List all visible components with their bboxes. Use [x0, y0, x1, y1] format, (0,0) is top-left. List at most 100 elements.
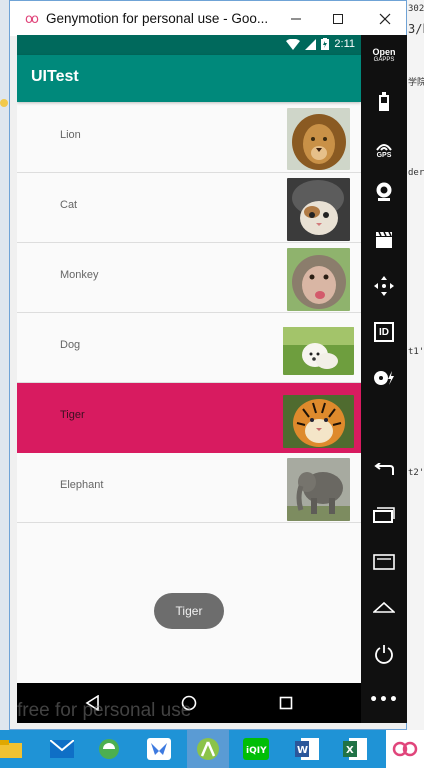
list-item-label: Tiger — [60, 409, 85, 421]
genymotion-tool-panel: Open GAPPS GPS ID ••• — [361, 35, 407, 723]
desktop-text-snippet: t2' — [408, 468, 424, 478]
remote-control-button[interactable] — [361, 269, 407, 303]
power-button[interactable] — [361, 637, 407, 671]
toast-message: Tiger — [154, 593, 224, 629]
device-id-button[interactable]: ID — [361, 315, 407, 349]
move-arrows-icon — [374, 276, 394, 296]
battery-button[interactable] — [361, 85, 407, 119]
webcam-button[interactable] — [361, 175, 407, 209]
wifi-icon — [286, 38, 301, 50]
battery-icon — [379, 92, 389, 111]
undo-arrow-icon — [374, 463, 394, 475]
taskbar-browser-button[interactable] — [90, 730, 128, 768]
taskbar-iqiyi-button[interactable]: iQIY — [237, 730, 275, 768]
list-item-label: Lion — [60, 129, 81, 141]
opengapps-button[interactable]: Open GAPPS — [361, 39, 407, 73]
taskbar-excel-button[interactable]: X — [336, 730, 374, 768]
minimize-icon — [291, 18, 301, 20]
browser-icon — [99, 739, 119, 759]
list-item-dog[interactable]: Dog — [17, 313, 361, 383]
cat-image — [287, 178, 350, 241]
list-item-elephant[interactable]: Elephant — [17, 453, 361, 523]
close-icon — [379, 13, 391, 25]
windows-taskbar: iQIY W X — [0, 730, 424, 768]
signal-icon — [305, 38, 317, 50]
back-key-button[interactable] — [361, 453, 407, 487]
android-studio-icon — [197, 738, 219, 760]
animal-list: Lion Cat Monkey Dog Tiger Elephant — [17, 103, 361, 523]
gps-button[interactable]: GPS — [361, 133, 407, 167]
list-item-tiger[interactable]: Tiger — [17, 383, 361, 453]
desktop-smiley-icon — [0, 99, 8, 107]
recent-apps-key-button[interactable] — [361, 498, 407, 532]
gps-label: GPS — [376, 151, 392, 159]
recents-button[interactable] — [274, 691, 298, 715]
opengapps-sublabel: GAPPS — [373, 57, 395, 63]
bird-icon — [147, 738, 171, 760]
gps-signal-icon — [376, 143, 392, 151]
taskbar-androidstudio-button[interactable] — [187, 730, 229, 768]
desktop-text-snippet: t1' — [408, 347, 424, 357]
more-options-button[interactable]: ••• — [361, 683, 407, 717]
list-item-label: Dog — [60, 339, 81, 351]
home-key-icon — [373, 601, 395, 613]
minimize-button[interactable] — [281, 7, 311, 31]
iqiyi-icon: iQIY — [243, 738, 269, 760]
excel-icon: X — [343, 738, 367, 760]
power-icon — [375, 645, 393, 664]
list-item-label: Cat — [60, 199, 78, 211]
mail-icon — [50, 740, 74, 758]
genymotion-icon — [392, 741, 418, 757]
list-item-cat[interactable]: Cat — [17, 173, 361, 243]
desktop-text-snippet: 302 — [408, 4, 424, 14]
home-key-button[interactable] — [361, 590, 407, 624]
list-item-lion[interactable]: Lion — [17, 103, 361, 173]
desktop-right-edge: 302 3/b 学院 der t1' t2' — [407, 0, 424, 730]
disk-bolt-icon — [374, 371, 394, 385]
disk-io-button[interactable] — [361, 361, 407, 395]
menu-icon — [373, 554, 395, 570]
taskbar-genymotion-button[interactable] — [386, 730, 424, 768]
window-titlebar[interactable]: oo Genymotion for personal use - Goo... — [10, 1, 406, 36]
monkey-image — [287, 248, 350, 311]
svg-text:X: X — [346, 745, 354, 756]
list-item-label: Elephant — [60, 479, 104, 491]
screencast-button[interactable] — [361, 223, 407, 257]
maximize-icon — [333, 14, 343, 24]
status-bar: 2:11 — [17, 35, 361, 55]
taskbar-word-button[interactable]: W — [288, 730, 326, 768]
battery-icon — [321, 38, 330, 50]
maximize-button[interactable] — [323, 7, 353, 31]
recents-icon — [279, 696, 293, 710]
window-title: Genymotion for personal use - Goo... — [46, 11, 269, 26]
dog-image — [283, 327, 354, 375]
app-bar: UITest — [17, 55, 361, 102]
close-button[interactable] — [370, 7, 400, 31]
recent-apps-icon — [373, 507, 395, 523]
app-title: UITest — [31, 68, 79, 85]
clapperboard-icon — [376, 231, 392, 248]
tiger-image — [283, 395, 354, 448]
id-label: ID — [379, 326, 389, 338]
genymotion-logo-icon: oo — [25, 12, 39, 27]
android-screen: 2:11 UITest Lion Cat Monkey Dog Tiger El… — [17, 35, 361, 683]
list-item-monkey[interactable]: Monkey — [17, 243, 361, 313]
lion-image — [287, 108, 350, 170]
desktop-text-snippet: 3/b — [408, 22, 424, 36]
opengapps-label: Open — [372, 47, 396, 57]
taskbar-folder-button[interactable] — [0, 730, 30, 768]
list-item-label: Monkey — [60, 269, 99, 281]
word-icon: W — [295, 738, 319, 760]
svg-text:iQIY: iQIY — [246, 746, 267, 756]
desktop-text-snippet: der — [408, 168, 424, 178]
taskbar-feishu-button[interactable] — [140, 730, 178, 768]
desktop-text-snippet: 学院 — [408, 78, 424, 88]
elephant-image — [287, 458, 350, 521]
status-time: 2:11 — [334, 38, 355, 50]
webcam-icon — [376, 182, 392, 201]
taskbar-mail-button[interactable] — [43, 730, 81, 768]
folder-icon — [0, 740, 22, 758]
svg-text:W: W — [297, 745, 308, 756]
watermark-text: free for personal use — [17, 700, 192, 721]
menu-key-button[interactable] — [361, 545, 407, 579]
